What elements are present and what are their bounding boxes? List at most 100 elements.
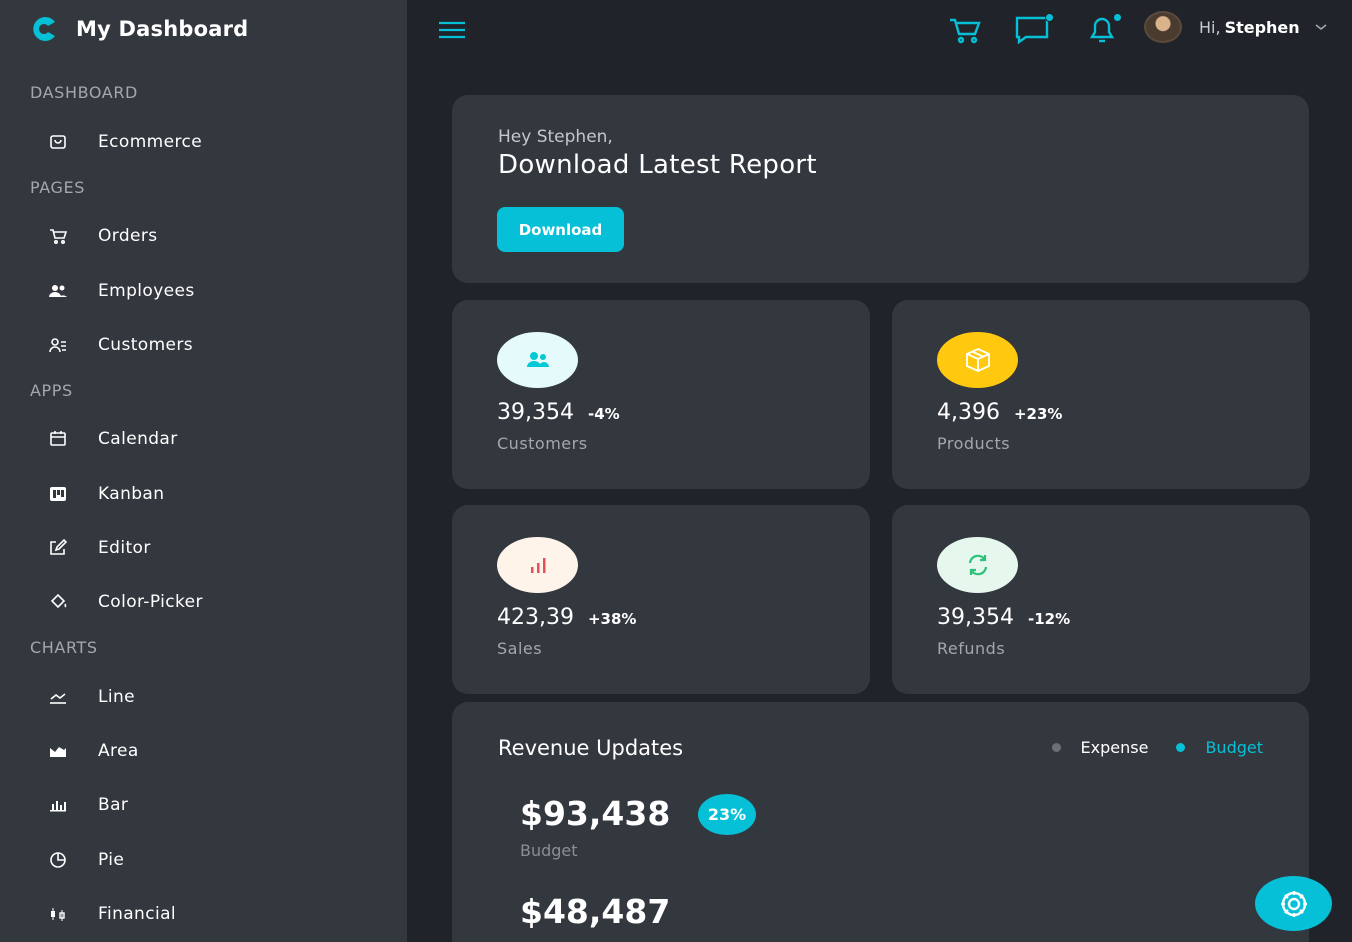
user-name: Stephen	[1224, 17, 1300, 37]
legend-dot-budget	[1176, 743, 1186, 752]
box-icon	[965, 348, 990, 372]
customers-icon-button[interactable]	[497, 332, 578, 388]
products-icon-button[interactable]	[937, 332, 1018, 388]
stat-card-products: 4,396 +23% Products	[892, 300, 1310, 489]
revenue-card: Revenue Updates Expense Budget $93,438 2…	[452, 702, 1309, 942]
pie-chart-icon	[30, 850, 86, 870]
notifications-button[interactable]	[1084, 12, 1124, 46]
sidebar-item-pie[interactable]: Pie	[30, 838, 370, 882]
topbar: Hi, Stephen	[407, 0, 1352, 60]
shopping-bag-icon	[30, 132, 86, 152]
sidebar-item-label: Financial	[98, 904, 177, 924]
stat-card-refunds: 39,354 -12% Refunds	[892, 505, 1310, 694]
greeting: Hi, Stephen	[1199, 17, 1300, 37]
nav-section-apps: APPS	[30, 381, 73, 400]
stat-card-sales: 423,39 +38% Sales	[452, 505, 870, 694]
refresh-icon	[968, 554, 987, 576]
nav-section-pages: PAGES	[30, 178, 85, 197]
cart-icon[interactable]	[947, 12, 985, 46]
sidebar-item-ecommerce[interactable]: Ecommerce	[30, 120, 370, 164]
customers-icon	[526, 352, 549, 367]
sidebar-item-label: Editor	[98, 538, 151, 558]
budget-label: Budget	[520, 841, 578, 860]
sidebar: My Dashboard DASHBOARD Ecommerce PAGES O…	[0, 0, 407, 942]
brand-logo-icon	[33, 17, 55, 41]
notification-dot	[1113, 13, 1122, 22]
sidebar-item-label: Kanban	[98, 484, 165, 504]
avatar	[1144, 11, 1182, 43]
sidebar-item-label: Employees	[98, 281, 195, 301]
sidebar-item-financial[interactable]: Financial	[30, 892, 370, 936]
customer-list-icon	[30, 335, 86, 355]
stat-value: 423,39 +38%	[497, 605, 637, 630]
stat-value: 39,354 -12%	[937, 605, 1071, 630]
stat-label: Customers	[497, 434, 588, 453]
refunds-icon-button[interactable]	[937, 537, 1018, 593]
brand-name: My Dashboard	[76, 17, 249, 41]
calendar-icon	[30, 429, 86, 449]
sidebar-item-employees[interactable]: Employees	[30, 269, 370, 313]
brand[interactable]: My Dashboard	[28, 12, 248, 46]
revenue-title: Revenue Updates	[498, 736, 684, 760]
sidebar-item-editor[interactable]: Editor	[30, 526, 370, 570]
download-button[interactable]: Download	[497, 207, 624, 252]
sidebar-item-orders[interactable]: Orders	[30, 214, 370, 258]
hamburger-icon[interactable]	[437, 17, 467, 43]
sidebar-item-label: Ecommerce	[98, 132, 203, 152]
legend-budget[interactable]: Budget	[1205, 738, 1263, 757]
paint-bucket-icon	[30, 592, 86, 612]
stat-change: +23%	[1013, 405, 1063, 423]
notification-dot	[1045, 13, 1054, 22]
settings-button[interactable]	[1255, 876, 1332, 931]
stat-label: Products	[937, 434, 1011, 453]
legend-expense[interactable]: Expense	[1081, 738, 1149, 757]
legend-dot-expense	[1051, 743, 1061, 752]
bar-chart-icon	[530, 558, 545, 573]
chevron-down-icon	[1315, 24, 1327, 31]
sidebar-item-label: Customers	[98, 335, 194, 355]
sidebar-item-label: Line	[98, 687, 136, 707]
sidebar-item-customers[interactable]: Customers	[30, 323, 370, 367]
people-icon	[30, 281, 86, 301]
user-profile-menu[interactable]: Hi, Stephen	[1144, 11, 1328, 43]
hero-subtitle: Hey Stephen,	[498, 127, 613, 147]
bar-chart-icon	[30, 795, 86, 815]
line-chart-icon	[30, 687, 86, 707]
sidebar-item-line[interactable]: Line	[30, 675, 370, 719]
expense-value: $48,487	[520, 892, 671, 931]
sidebar-item-color-picker[interactable]: Color-Picker	[30, 580, 370, 624]
dashboard-app: My Dashboard DASHBOARD Ecommerce PAGES O…	[0, 0, 1352, 942]
hero-title: Download Latest Report	[498, 150, 817, 180]
sidebar-item-label: Color-Picker	[98, 592, 203, 612]
budget-badge: 23%	[698, 794, 756, 835]
stat-label: Sales	[497, 639, 543, 658]
sidebar-item-calendar[interactable]: Calendar	[30, 417, 370, 461]
chart-legend: Expense Budget	[1051, 738, 1263, 757]
sidebar-item-label: Area	[98, 741, 139, 761]
stat-change: -12%	[1027, 610, 1071, 628]
chat-button[interactable]	[1014, 12, 1054, 46]
sales-icon-button[interactable]	[497, 537, 578, 593]
kanban-icon	[30, 484, 86, 504]
report-card: Hey Stephen, Download Latest Report Down…	[452, 95, 1309, 283]
stat-change: -4%	[587, 405, 620, 423]
stat-card-customers: 39,354 -4% Customers	[452, 300, 870, 489]
sidebar-item-area[interactable]: Area	[30, 729, 370, 773]
stat-label: Refunds	[937, 639, 1006, 658]
sidebar-item-label: Calendar	[98, 429, 178, 449]
sidebar-item-label: Orders	[98, 226, 158, 246]
edit-icon	[30, 538, 86, 558]
stat-value: 39,354 -4%	[497, 400, 620, 425]
sidebar-item-label: Bar	[98, 795, 129, 815]
nav-section-charts: CHARTS	[30, 638, 98, 657]
stat-value: 4,396 +23%	[937, 400, 1063, 425]
gear-icon	[1280, 890, 1307, 917]
area-chart-icon	[30, 741, 86, 761]
stat-change: +38%	[587, 610, 637, 628]
sidebar-item-bar[interactable]: Bar	[30, 783, 370, 827]
cart-icon	[30, 226, 86, 246]
sidebar-item-kanban[interactable]: Kanban	[30, 472, 370, 516]
financial-icon	[30, 904, 86, 924]
nav-section-dashboard: DASHBOARD	[30, 83, 138, 102]
budget-value: $93,438	[520, 794, 671, 833]
